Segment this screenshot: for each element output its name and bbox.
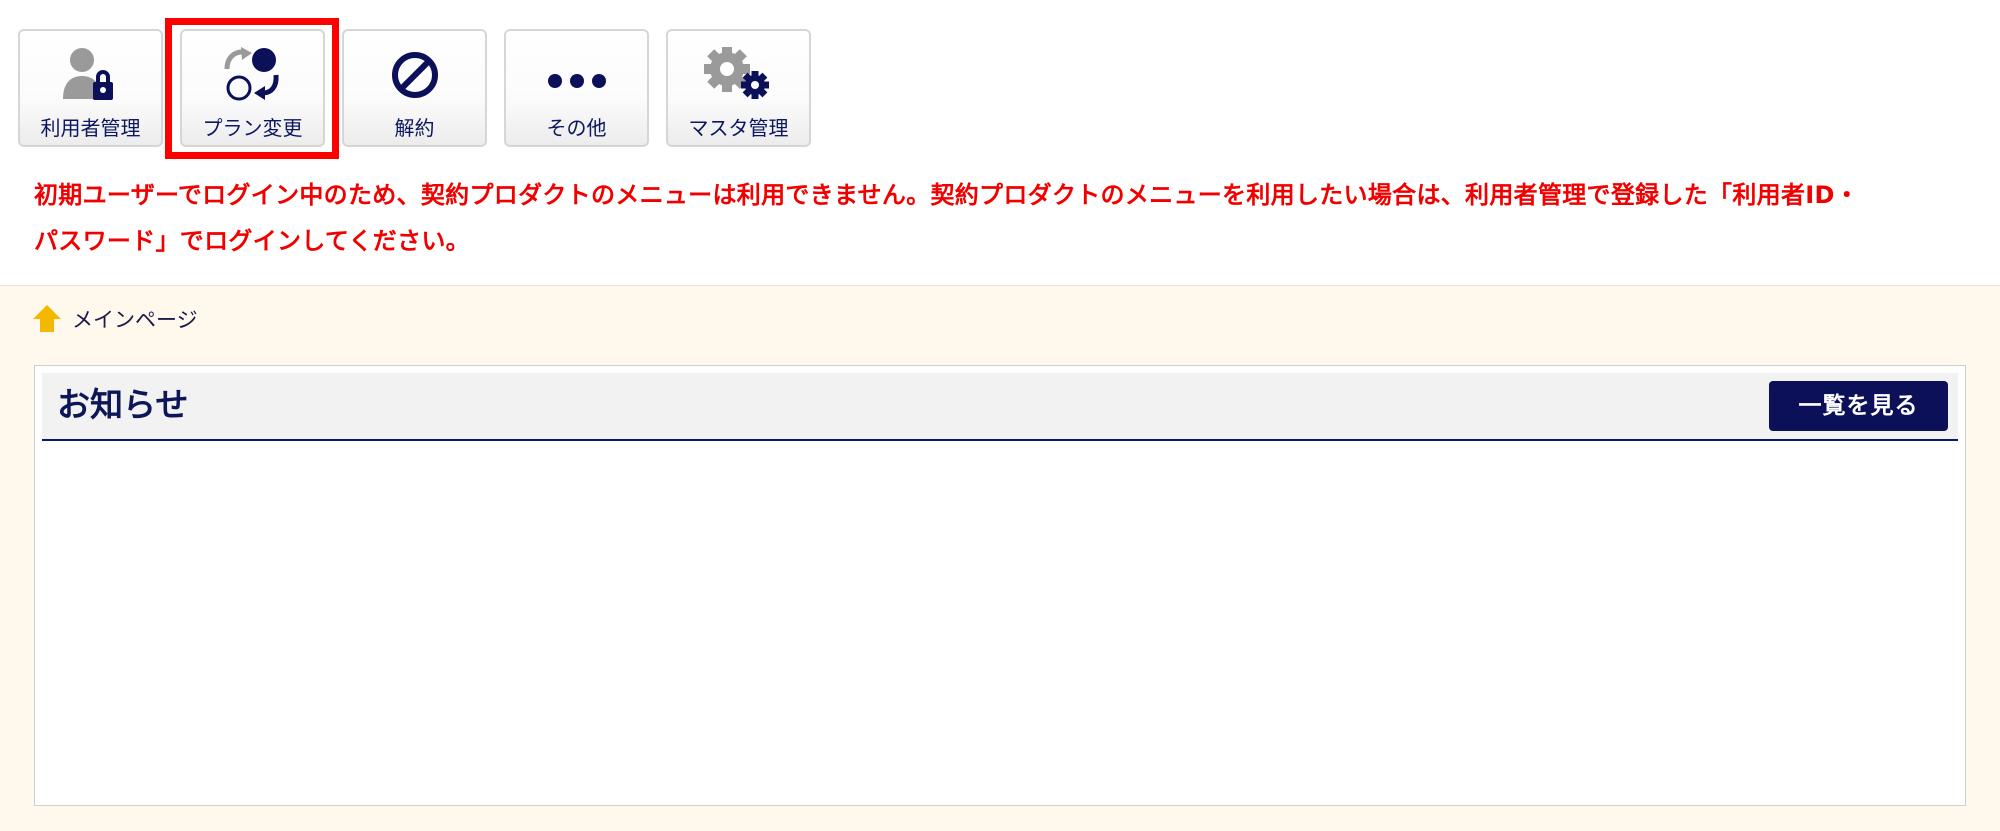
other-label: その他: [546, 116, 607, 140]
page: 利用者管理 プラン変更 解約 その他 マスタ管理 初期ユーザーでログイン中のため…: [0, 0, 2000, 831]
breadcrumb-main-page[interactable]: メインページ: [72, 304, 198, 334]
user-management-label: 利用者管理: [40, 116, 141, 140]
view-all-button[interactable]: 一覧を見る: [1769, 381, 1948, 431]
warning-line-2: パスワード」でログインしてください。: [34, 227, 470, 255]
user-lock-icon: [20, 47, 161, 103]
main-content: メインページ お知らせ 一覧を見る: [0, 285, 2000, 831]
user-management-button[interactable]: 利用者管理: [18, 29, 163, 147]
plan-change-button[interactable]: プラン変更: [180, 29, 325, 147]
login-warning-message: 初期ユーザーでログイン中のため、契約プロダクトのメニューは利用できません。契約プ…: [34, 172, 1974, 264]
home-icon: [33, 305, 61, 332]
other-button[interactable]: その他: [504, 29, 649, 147]
cancel-contract-button[interactable]: 解約: [342, 29, 487, 147]
gear-settings-icon: [668, 47, 809, 103]
master-management-button[interactable]: マスタ管理: [666, 29, 811, 147]
master-management-label: マスタ管理: [688, 116, 789, 140]
notice-title: お知らせ: [57, 385, 189, 424]
plan-change-label: プラン変更: [202, 116, 303, 140]
cancel-contract-label: 解約: [394, 116, 435, 140]
more-dots-icon: [506, 47, 647, 103]
notice-header: お知らせ 一覧を見る: [42, 373, 1958, 441]
breadcrumb: メインページ: [32, 302, 198, 336]
prohibit-icon: [344, 47, 485, 103]
notice-panel: お知らせ 一覧を見る: [34, 365, 1966, 806]
warning-line-1: 初期ユーザーでログイン中のため、契約プロダクトのメニューは利用できません。契約プ…: [34, 181, 1860, 209]
plan-change-icon: [182, 47, 323, 103]
